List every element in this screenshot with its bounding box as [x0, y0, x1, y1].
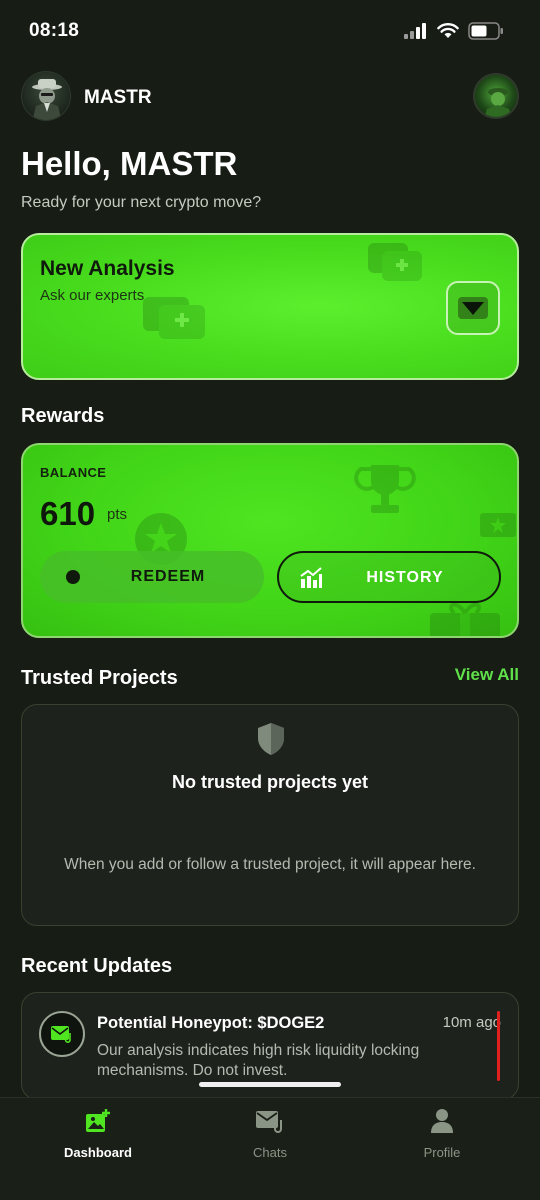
- view-all-link[interactable]: View All: [455, 665, 519, 685]
- tab-profile[interactable]: Profile: [352, 1098, 532, 1178]
- tab-dashboard-label: Dashboard: [64, 1145, 132, 1160]
- greeting-subtitle: Ready for your next crypto move?: [21, 194, 262, 211]
- person-icon: [431, 1109, 453, 1133]
- update-timestamp: 10m ago: [442, 1014, 501, 1031]
- chat-bubble-decoration-icon: [368, 243, 422, 281]
- new-analysis-expand-button[interactable]: [446, 281, 500, 335]
- balance-label: BALANCE: [40, 465, 107, 480]
- recent-updates-title: Recent Updates: [21, 955, 173, 977]
- user-avatar-icon: [484, 88, 512, 117]
- greeting-title: Hello, MASTR: [21, 145, 238, 182]
- agent-avatar-icon: [32, 79, 62, 120]
- balance-value: 610: [40, 495, 96, 532]
- ticket-decoration-icon: [480, 513, 516, 537]
- risk-indicator-bar: [497, 1011, 500, 1081]
- history-button[interactable]: HISTORY: [277, 551, 501, 603]
- redeem-button[interactable]: REDEEM: [40, 551, 264, 603]
- gift-decoration-icon: [430, 602, 500, 636]
- wifi-icon: [437, 23, 459, 38]
- trusted-projects-title: Trusted Projects: [21, 667, 178, 689]
- status-icons: [404, 22, 504, 40]
- shield-icon: [258, 723, 284, 755]
- image-add-icon: [86, 1109, 110, 1132]
- mail-attachment-icon: [256, 1111, 282, 1133]
- history-button-label: HISTORY: [366, 569, 444, 586]
- app-name: MASTR: [84, 87, 152, 108]
- mail-attachment-icon: [51, 1026, 71, 1043]
- redeem-button-label: REDEEM: [130, 568, 206, 585]
- update-description: Our analysis indicates high risk liquidi…: [97, 1042, 420, 1079]
- new-analysis-title: New Analysis: [40, 257, 175, 280]
- user-avatar[interactable]: [473, 73, 519, 119]
- update-alert-icon: [39, 1011, 85, 1057]
- tab-profile-label: Profile: [423, 1145, 461, 1160]
- chat-bubble-decoration-icon: [143, 297, 205, 339]
- status-time: 08:18: [29, 20, 80, 41]
- app-header: MASTR: [21, 71, 519, 121]
- empty-state-title: No trusted projects yet: [171, 772, 369, 792]
- new-analysis-card[interactable]: New Analysis Ask our experts: [21, 233, 519, 380]
- empty-state-description: When you add or follow a trusted project…: [64, 856, 476, 873]
- battery-icon: [468, 22, 503, 40]
- trophy-decoration-icon: [354, 465, 416, 513]
- home-indicator: [199, 1082, 341, 1087]
- status-bar: 08:18: [0, 0, 540, 64]
- tab-chats[interactable]: Chats: [180, 1098, 360, 1178]
- balance-unit: pts: [107, 506, 128, 523]
- app-logo-avatar[interactable]: [21, 71, 71, 121]
- trusted-projects-empty-card: No trusted projects yet When you add or …: [21, 704, 519, 926]
- rewards-section-title: Rewards: [21, 405, 105, 427]
- update-title: Potential Honeypot: $DOGE2: [97, 1014, 325, 1032]
- bottom-tab-bar: Dashboard Chats Profile: [0, 1097, 540, 1200]
- tab-chats-label: Chats: [253, 1145, 287, 1160]
- tab-dashboard[interactable]: Dashboard: [8, 1098, 188, 1178]
- new-analysis-subtitle: Ask our experts: [40, 287, 145, 304]
- signal-icon: [404, 23, 426, 39]
- caret-down-icon: [458, 297, 488, 319]
- rewards-card: BALANCE 610 pts REDEEM HISTORY: [21, 443, 519, 638]
